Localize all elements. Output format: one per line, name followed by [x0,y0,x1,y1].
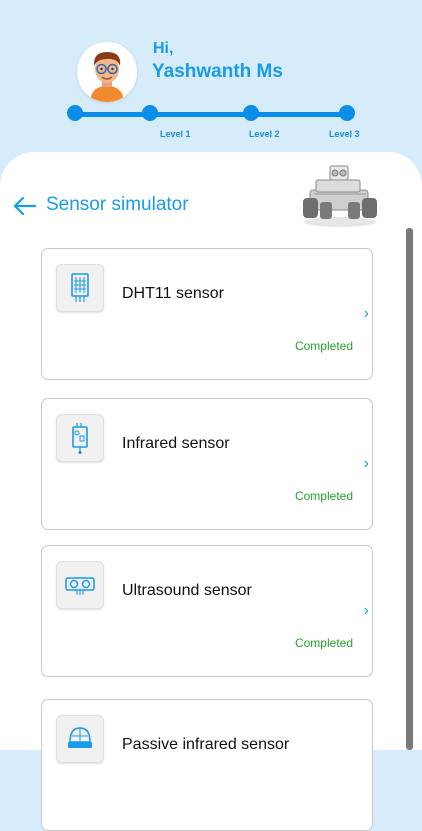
back-arrow-icon[interactable] [12,194,38,218]
status-badge: Completed [294,339,353,353]
chevron-right-icon: › [363,455,369,472]
sensor-card-title: Passive infrared sensor [122,736,290,753]
greeting-text: Hi, [153,40,174,57]
level-3-dot [339,105,355,121]
status-badge: Completed [294,489,353,503]
status-badge: Completed [294,636,353,650]
user-name: Yashwanth Ms [152,61,283,82]
profile-header: Hi, Yashwanth Ms Level 1 Level 2 Level 3 [0,0,422,170]
dht11-sensor-icon [56,264,104,312]
page-title: Sensor simulator [46,194,189,215]
sensor-card-ultrasound[interactable]: Ultrasound sensor › Completed [41,545,373,677]
ultrasound-sensor-icon [56,561,104,609]
level-1-label: Level 1 [160,129,191,139]
sensor-card-title: DHT11 sensor [122,285,224,302]
scrollbar[interactable] [406,228,413,750]
sensor-card-title: Ultrasound sensor [122,582,252,599]
level-progress-track [74,112,348,117]
pir-sensor-icon [56,715,104,763]
sensor-card-pir[interactable]: Passive infrared sensor [41,699,373,831]
chevron-right-icon: › [363,305,369,322]
avatar[interactable] [77,42,137,102]
sensor-card-infrared[interactable]: Infrared sensor › Completed [41,398,373,530]
sensor-card-title: Infrared sensor [122,435,230,452]
progress-start-dot [67,105,83,121]
level-1-dot [142,105,158,121]
robot-car-icon [300,162,380,228]
level-2-label: Level 2 [249,129,280,139]
infrared-sensor-icon [56,414,104,462]
level-2-dot [243,105,259,121]
level-3-label: Level 3 [329,129,360,139]
sensor-card-dht11[interactable]: DHT11 sensor › Completed [41,248,373,380]
chevron-right-icon: › [363,602,369,619]
